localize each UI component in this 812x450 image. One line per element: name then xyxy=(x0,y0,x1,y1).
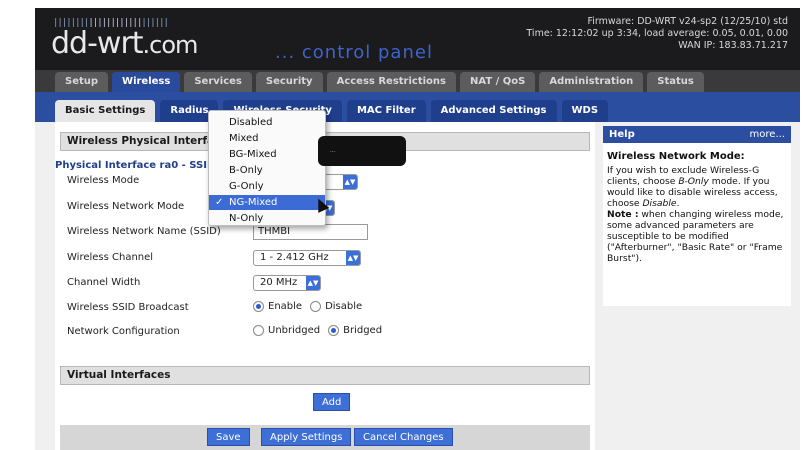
tab-setup[interactable]: Setup xyxy=(55,72,109,92)
virtual-interfaces-heading: Virtual Interfaces xyxy=(60,366,590,385)
tab-wireless[interactable]: Wireless xyxy=(112,72,181,92)
help-more-link[interactable]: more... xyxy=(750,126,785,143)
tab-nat-qos[interactable]: NAT / QoS xyxy=(460,72,536,92)
help-panel: Help more... Wireless Network Mode: If y… xyxy=(603,126,791,306)
ddwrt-logo: dd-wrt.com xyxy=(51,26,198,61)
ssid-broadcast-group: Enable Disable xyxy=(253,301,362,312)
option-n-only[interactable]: N-Only xyxy=(209,211,325,226)
bridged-radio[interactable] xyxy=(328,325,340,336)
control-panel-title: ... control panel xyxy=(275,42,433,63)
unbridged-radio[interactable] xyxy=(253,325,264,336)
cancel-changes-button[interactable]: Cancel Changes xyxy=(354,428,453,446)
tab-administration[interactable]: Administration xyxy=(539,72,644,92)
broadcast-disable-radio[interactable] xyxy=(310,301,322,312)
save-button[interactable]: Save xyxy=(207,428,250,446)
option-ng-mixed[interactable]: ✓ NG-Mixed xyxy=(209,195,325,210)
help-header: Help more... xyxy=(603,126,791,143)
subtab-wds[interactable]: WDS xyxy=(561,100,609,122)
option-disabled[interactable]: Disabled xyxy=(209,115,325,130)
network-mode-dropdown-list: Disabled Mixed BG-Mixed B-Only G-Only ✓ … xyxy=(208,110,326,226)
wireless-mode-label: Wireless Mode xyxy=(67,175,140,186)
tab-status[interactable]: Status xyxy=(647,72,704,92)
uptime-text: Time: 12:12:02 up 3:34, load average: 0.… xyxy=(526,28,788,39)
add-virtual-interface-button[interactable]: Add xyxy=(313,393,351,411)
subtab-mac-filter[interactable]: MAC Filter xyxy=(346,100,426,122)
select-arrow-icon: ▲▼ xyxy=(343,175,357,189)
ssid-broadcast-label: Wireless SSID Broadcast xyxy=(67,302,189,313)
help-topic-title: Wireless Network Mode: xyxy=(607,151,745,162)
channel-width-select[interactable]: 20 MHz ▲▼ xyxy=(253,275,321,291)
broadcast-enable-radio[interactable] xyxy=(253,301,264,312)
network-config-group: Unbridged Bridged xyxy=(253,325,382,336)
option-b-only[interactable]: B-Only xyxy=(209,163,325,178)
tab-access-restrictions[interactable]: Access Restrictions xyxy=(326,72,456,92)
ssid-label: Wireless Network Name (SSID) xyxy=(67,226,221,237)
option-bg-mixed[interactable]: BG-Mixed xyxy=(209,147,325,162)
channel-width-label: Channel Width xyxy=(67,277,141,288)
main-tabs: Setup Wireless Services Security Access … xyxy=(35,70,800,92)
firmware-text: Firmware: DD-WRT v24-sp2 (12/25/10) std xyxy=(587,16,788,27)
wan-ip-text: WAN IP: 183.83.71.217 xyxy=(678,40,788,51)
channel-label: Wireless Channel xyxy=(67,252,154,263)
tooltip-bubble: ... xyxy=(318,136,406,166)
subtab-advanced-settings[interactable]: Advanced Settings xyxy=(430,100,557,122)
help-paragraph: If you wish to exclude Wireless-G client… xyxy=(607,165,778,209)
option-mixed[interactable]: Mixed xyxy=(209,131,325,146)
help-body: Wireless Network Mode: If you wish to ex… xyxy=(603,143,791,264)
checkmark-icon: ✓ xyxy=(215,197,224,208)
ssid-input[interactable]: THMBI xyxy=(253,224,368,240)
apply-settings-button[interactable]: Apply Settings xyxy=(261,428,352,446)
tab-services[interactable]: Services xyxy=(184,72,252,92)
channel-select[interactable]: 1 - 2.412 GHz ▲▼ xyxy=(253,250,361,266)
help-note: Note : when changing wireless mode, some… xyxy=(607,209,784,264)
tab-security[interactable]: Security xyxy=(255,72,323,92)
router-admin-window: |||||||||||||||||||||||||| dd-wrt.com ..… xyxy=(35,8,800,450)
network-config-label: Network Configuration xyxy=(67,326,180,337)
option-g-only[interactable]: G-Only xyxy=(209,179,325,194)
header: |||||||||||||||||||||||||| dd-wrt.com ..… xyxy=(35,8,800,70)
subtab-basic-settings[interactable]: Basic Settings xyxy=(55,100,156,122)
sub-tabs: Basic Settings Radius Wireless Security … xyxy=(35,92,800,122)
select-arrow-icon: ▲▼ xyxy=(306,276,320,290)
select-arrow-icon: ▲▼ xyxy=(346,251,360,265)
router-status: Firmware: DD-WRT v24-sp2 (12/25/10) std … xyxy=(526,16,788,52)
network-mode-label: Wireless Network Mode xyxy=(67,201,185,212)
